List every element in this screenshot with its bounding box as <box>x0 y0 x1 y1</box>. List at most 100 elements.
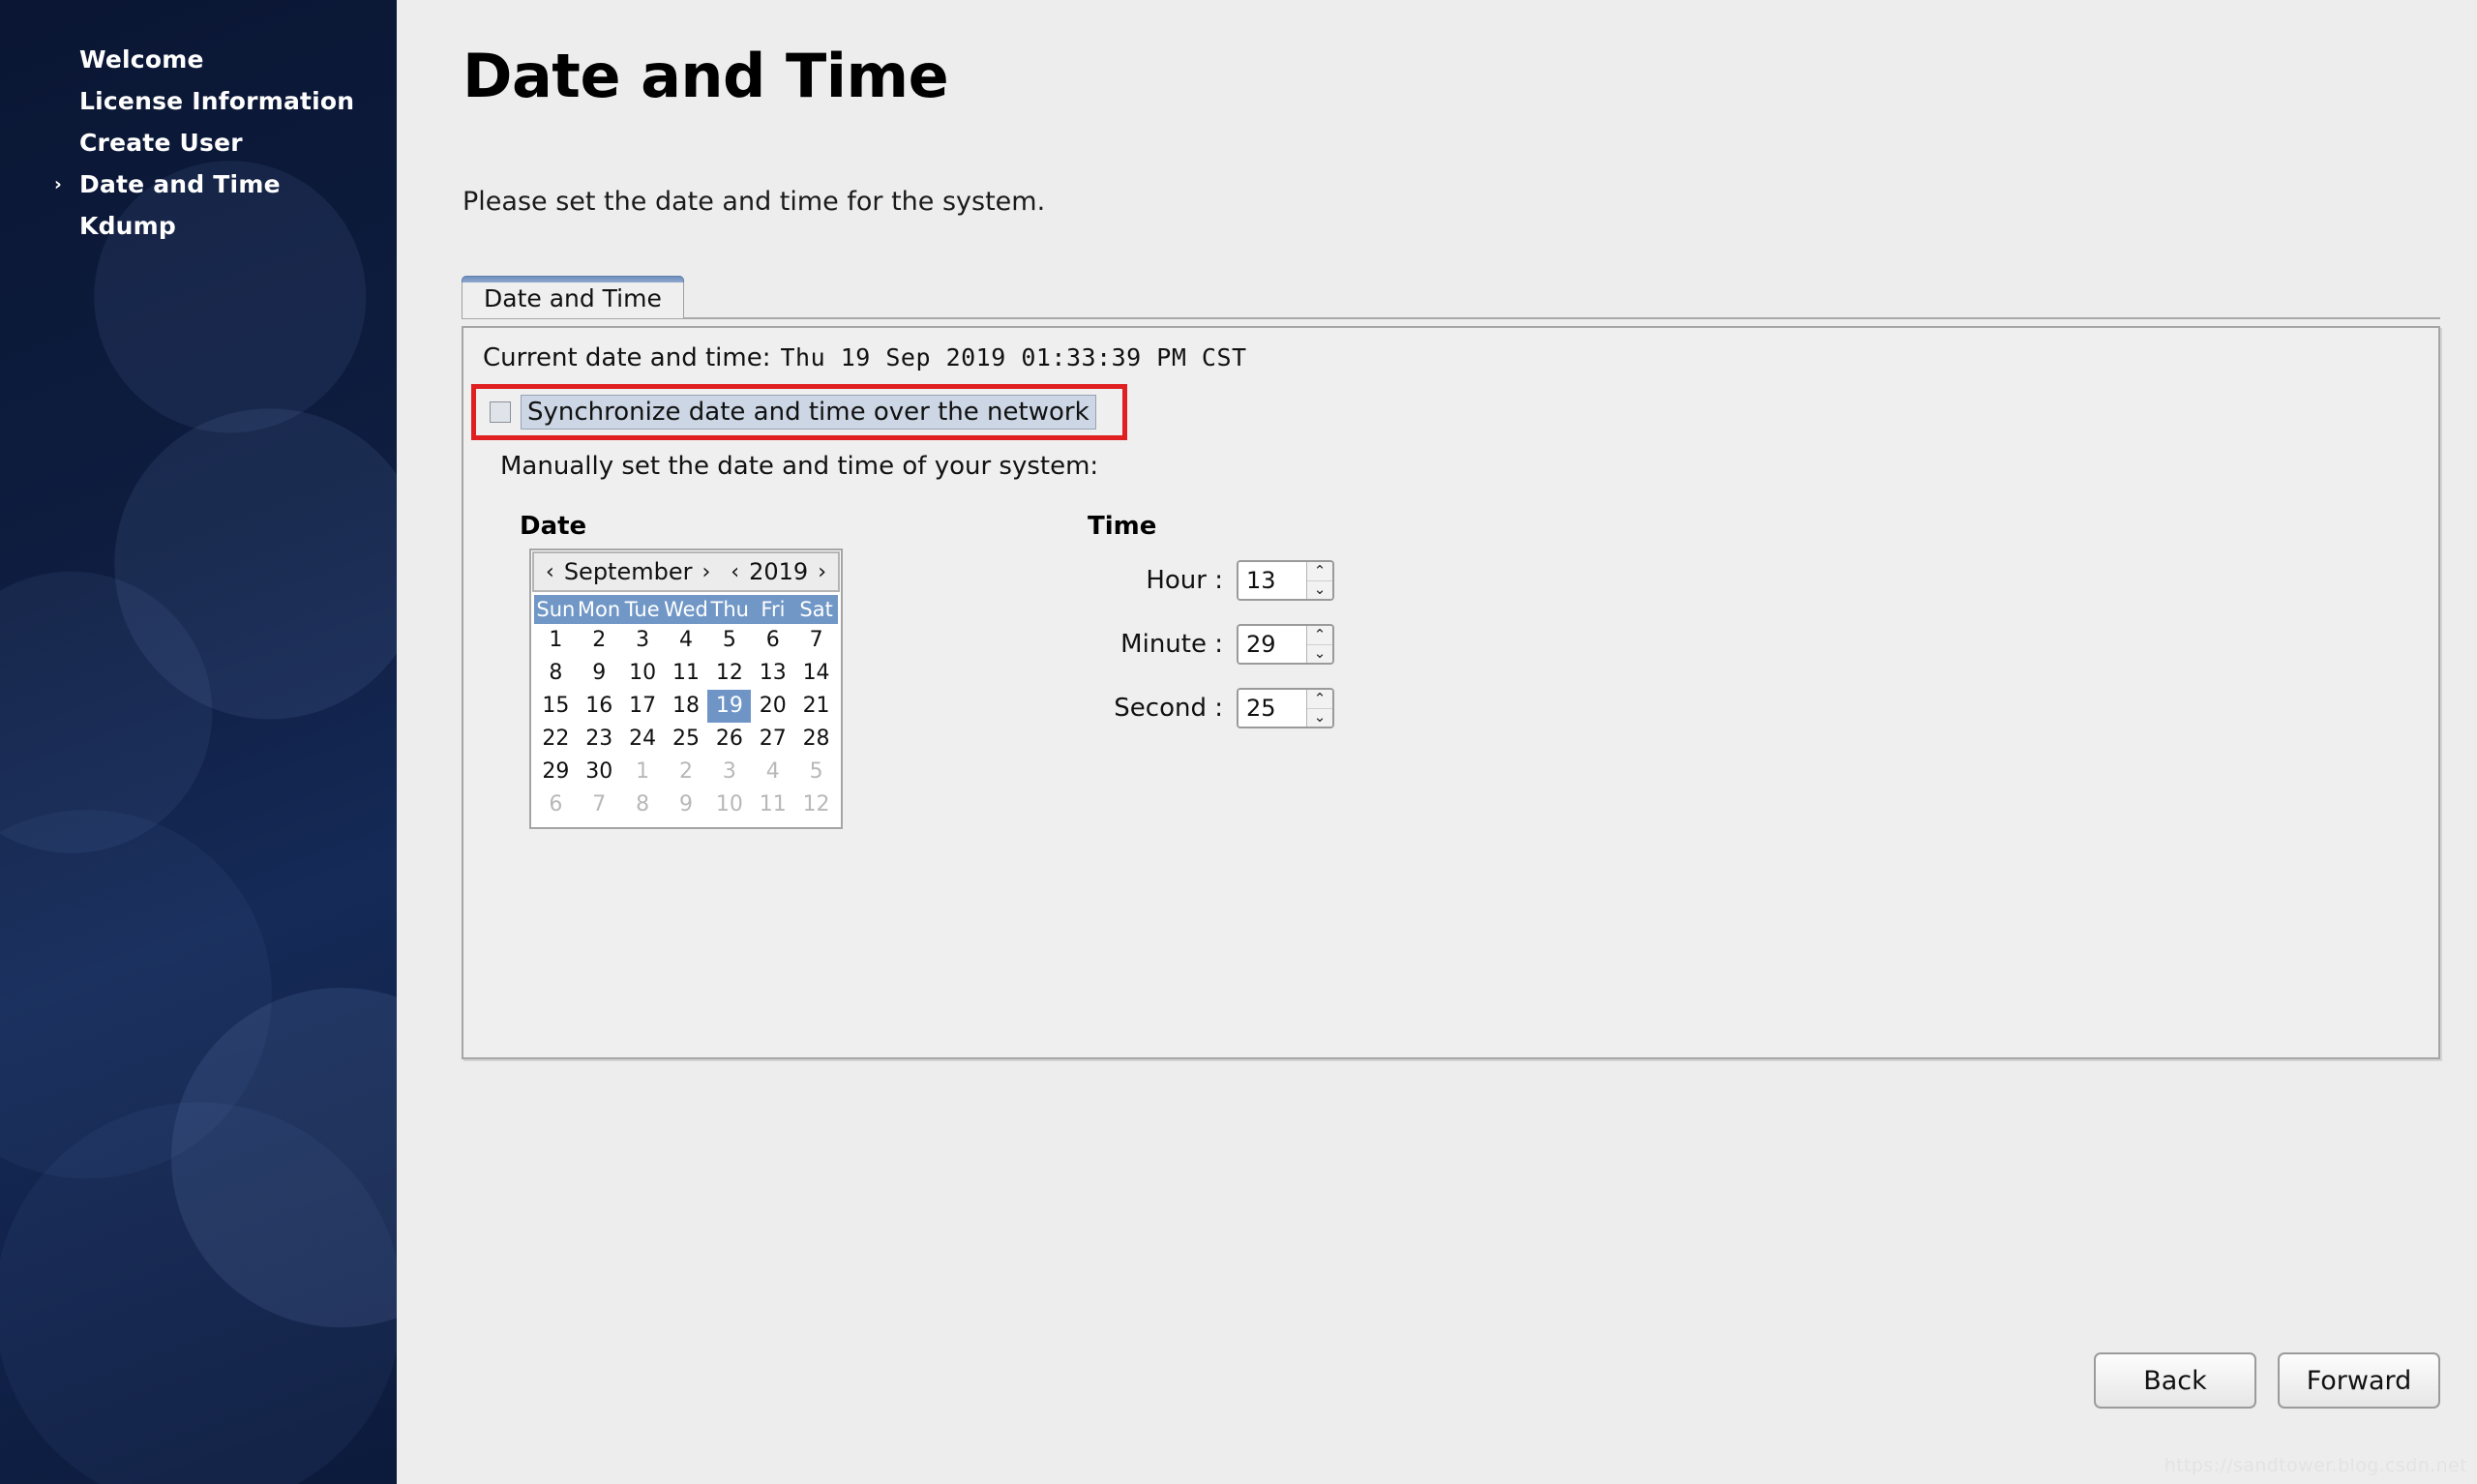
hour-input[interactable]: 13 <box>1238 562 1306 599</box>
calendar-day[interactable]: 12 <box>707 657 751 690</box>
calendar-day[interactable]: 20 <box>751 690 794 723</box>
date-time-panel: Current date and time: Thu 19 Sep 2019 01… <box>462 326 2440 1059</box>
sync-highlight-box: Synchronize date and time over the netwo… <box>471 384 1127 440</box>
chevron-down-icon[interactable]: ⌄ <box>1307 581 1332 600</box>
calendar-day[interactable]: 11 <box>751 788 794 821</box>
calendar-day[interactable]: 4 <box>665 624 708 657</box>
chevron-down-icon[interactable]: ⌄ <box>1307 645 1332 664</box>
calendar-day[interactable]: 18 <box>665 690 708 723</box>
calendar-day[interactable]: 17 <box>621 690 665 723</box>
sync-checkbox-label[interactable]: Synchronize date and time over the netwo… <box>521 395 1096 430</box>
calendar-day[interactable]: 2 <box>578 624 621 657</box>
chevron-up-icon[interactable]: ⌃ <box>1307 626 1332 645</box>
sidebar-item-label: Kdump <box>79 212 177 240</box>
second-spinner[interactable]: 25 ⌃ ⌄ <box>1237 688 1334 728</box>
minute-spinner[interactable]: 29 ⌃ ⌄ <box>1237 624 1334 665</box>
calendar-day[interactable]: 9 <box>665 788 708 821</box>
calendar-next-year-icon[interactable]: › <box>814 560 830 584</box>
calendar-day[interactable]: 1 <box>621 756 665 788</box>
calendar-day[interactable]: 21 <box>794 690 838 723</box>
calendar-weekday: Thu <box>710 598 749 621</box>
calendar-day[interactable]: 15 <box>534 690 578 723</box>
forward-button[interactable]: Forward <box>2278 1352 2440 1409</box>
calendar-next-month-icon[interactable]: › <box>698 560 714 584</box>
chevron-up-icon[interactable]: ⌃ <box>1307 562 1332 581</box>
calendar-day-grid[interactable]: 1 2 3 4 5 6 7 8 9 10 11 12 13 14 15 16 17 18 19 20 21 22 23 24 2… <box>534 624 838 821</box>
calendar-day[interactable]: 3 <box>621 624 665 657</box>
calendar-day[interactable]: 7 <box>578 788 621 821</box>
sync-checkbox[interactable] <box>490 401 511 423</box>
minute-stepper[interactable]: ⌃ ⌄ <box>1306 626 1332 663</box>
second-stepper[interactable]: ⌃ ⌄ <box>1306 690 1332 727</box>
hour-spinner[interactable]: 13 ⌃ ⌄ <box>1237 560 1334 601</box>
calendar-day[interactable]: 10 <box>707 788 751 821</box>
calendar-weekday: Tue <box>624 598 660 621</box>
calendar-day[interactable]: 8 <box>534 657 578 690</box>
calendar-day[interactable]: 1 <box>534 624 578 657</box>
second-row: Second : 25 ⌃ ⌄ <box>1044 676 1334 740</box>
calendar-day[interactable]: 16 <box>578 690 621 723</box>
second-label: Second : <box>1114 694 1223 723</box>
sidebar-item-label: Date and Time <box>79 170 281 198</box>
main-content: Date and Time Please set the date and ti… <box>397 0 2477 1484</box>
hour-label: Hour : <box>1146 566 1223 595</box>
calendar-weekday: Sun <box>536 598 576 621</box>
calendar-weekday: Wed <box>664 598 708 621</box>
calendar-day[interactable]: 6 <box>534 788 578 821</box>
calendar-day[interactable]: 2 <box>665 756 708 788</box>
calendar-day[interactable]: 14 <box>794 657 838 690</box>
calendar-day[interactable]: 29 <box>534 756 578 788</box>
calendar-day[interactable]: 9 <box>578 657 621 690</box>
manual-set-text: Manually set the date and time of your s… <box>500 452 1099 481</box>
calendar-day[interactable]: 6 <box>751 624 794 657</box>
calendar-weekday: Sat <box>799 598 833 621</box>
calendar-day-selected[interactable]: 19 <box>707 690 752 723</box>
date-section-heading: Date <box>520 512 587 541</box>
footer-buttons: Back Forward <box>2094 1352 2440 1409</box>
calendar-month-group: ‹ September › <box>542 558 714 585</box>
calendar-day[interactable]: 24 <box>621 723 665 756</box>
calendar-day[interactable]: 4 <box>751 756 794 788</box>
calendar-day[interactable]: 26 <box>707 723 751 756</box>
chevron-up-icon[interactable]: ⌃ <box>1307 690 1332 709</box>
calendar-day[interactable]: 7 <box>794 624 838 657</box>
sidebar-item-welcome[interactable]: Welcome <box>0 39 397 80</box>
calendar-day[interactable]: 8 <box>621 788 665 821</box>
time-section-heading: Time <box>1088 512 1157 541</box>
sidebar-item-create-user[interactable]: Create User <box>0 122 397 163</box>
sidebar-item-license-information[interactable]: License Information <box>0 80 397 122</box>
sidebar-item-date-and-time[interactable]: › Date and Time <box>0 163 397 205</box>
calendar-day[interactable]: 30 <box>578 756 621 788</box>
calendar-day[interactable]: 13 <box>751 657 794 690</box>
chevron-down-icon[interactable]: ⌄ <box>1307 709 1332 727</box>
calendar-prev-year-icon[interactable]: ‹ <box>727 560 743 584</box>
minute-label: Minute : <box>1120 630 1223 659</box>
calendar-day[interactable]: 25 <box>665 723 708 756</box>
calendar-weekday-header: Sun Mon Tue Wed Thu Fri Sat <box>534 595 838 624</box>
calendar-prev-month-icon[interactable]: ‹ <box>542 560 558 584</box>
calendar-day[interactable]: 5 <box>707 624 751 657</box>
sidebar-item-label: Create User <box>79 129 243 157</box>
back-button[interactable]: Back <box>2094 1352 2256 1409</box>
calendar-day[interactable]: 3 <box>707 756 751 788</box>
calendar-day[interactable]: 28 <box>794 723 838 756</box>
calendar-day[interactable]: 27 <box>751 723 794 756</box>
calendar-day[interactable]: 22 <box>534 723 578 756</box>
tab-strip: Date and Time <box>462 276 2440 319</box>
watermark: https://sandtower.blog.csdn.net <box>2164 1455 2467 1476</box>
sidebar-item-label: Welcome <box>79 45 204 74</box>
minute-input[interactable]: 29 <box>1238 626 1306 663</box>
time-fields: Hour :13 ⌃ ⌄ Minute :29 ⌃ ⌄ Second :25 ⌃ ⌄ <box>1044 549 1334 740</box>
calendar-day[interactable]: 11 <box>665 657 708 690</box>
calendar-day[interactable]: 12 <box>794 788 838 821</box>
tab-date-and-time[interactable]: Date and Time <box>462 276 684 318</box>
calendar-day[interactable]: 5 <box>794 756 838 788</box>
calendar-day[interactable]: 10 <box>621 657 665 690</box>
sidebar-item-kdump[interactable]: Kdump <box>0 205 397 247</box>
hour-stepper[interactable]: ⌃ ⌄ <box>1306 562 1332 599</box>
calendar-year-group: ‹ 2019 › <box>727 558 830 585</box>
calendar-widget[interactable]: ‹ September › ‹ 2019 › Sun Mon Tue Wed Thu Fr… <box>529 549 843 829</box>
current-date-time-value: Thu 19 Sep 2019 01:33:39 PM CST <box>780 343 1247 371</box>
calendar-day[interactable]: 23 <box>578 723 621 756</box>
second-input[interactable]: 25 <box>1238 690 1306 727</box>
